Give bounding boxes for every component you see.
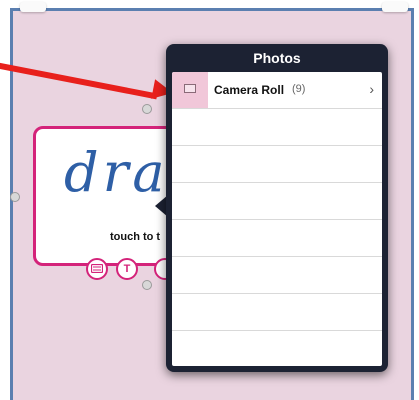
screenshot-canvas: dra touch to t T Photos Camera Roll (9) …	[0, 0, 419, 400]
handwriting-text: dra	[64, 141, 169, 204]
top-left-tab[interactable]	[20, 2, 46, 12]
resize-handle-top[interactable]	[142, 104, 152, 114]
empty-row	[172, 146, 382, 183]
album-count: (9)	[292, 83, 306, 95]
card-hint-text: touch to t	[110, 231, 161, 243]
keyboard-icon[interactable]	[86, 258, 108, 280]
empty-row	[172, 220, 382, 257]
top-right-tab[interactable]	[382, 2, 408, 12]
empty-row	[172, 257, 382, 294]
popover-title: Photos	[253, 50, 301, 66]
album-name: Camera Roll	[214, 83, 285, 97]
photos-popover: Photos Camera Roll (9) ›	[166, 44, 388, 372]
album-row-camera-roll[interactable]: Camera Roll (9) ›	[172, 72, 382, 109]
thumbnail-glyph	[184, 84, 196, 93]
empty-row	[172, 294, 382, 331]
album-list: Camera Roll (9) ›	[172, 72, 382, 366]
empty-row	[172, 183, 382, 220]
empty-row	[172, 331, 382, 366]
empty-row	[172, 109, 382, 146]
chevron-right-icon: ›	[369, 81, 374, 97]
resize-handle-left[interactable]	[10, 192, 20, 202]
resize-handle-bottom[interactable]	[142, 280, 152, 290]
photo-thumbnail-icon	[172, 72, 208, 108]
text-tool-icon[interactable]: T	[116, 258, 138, 280]
